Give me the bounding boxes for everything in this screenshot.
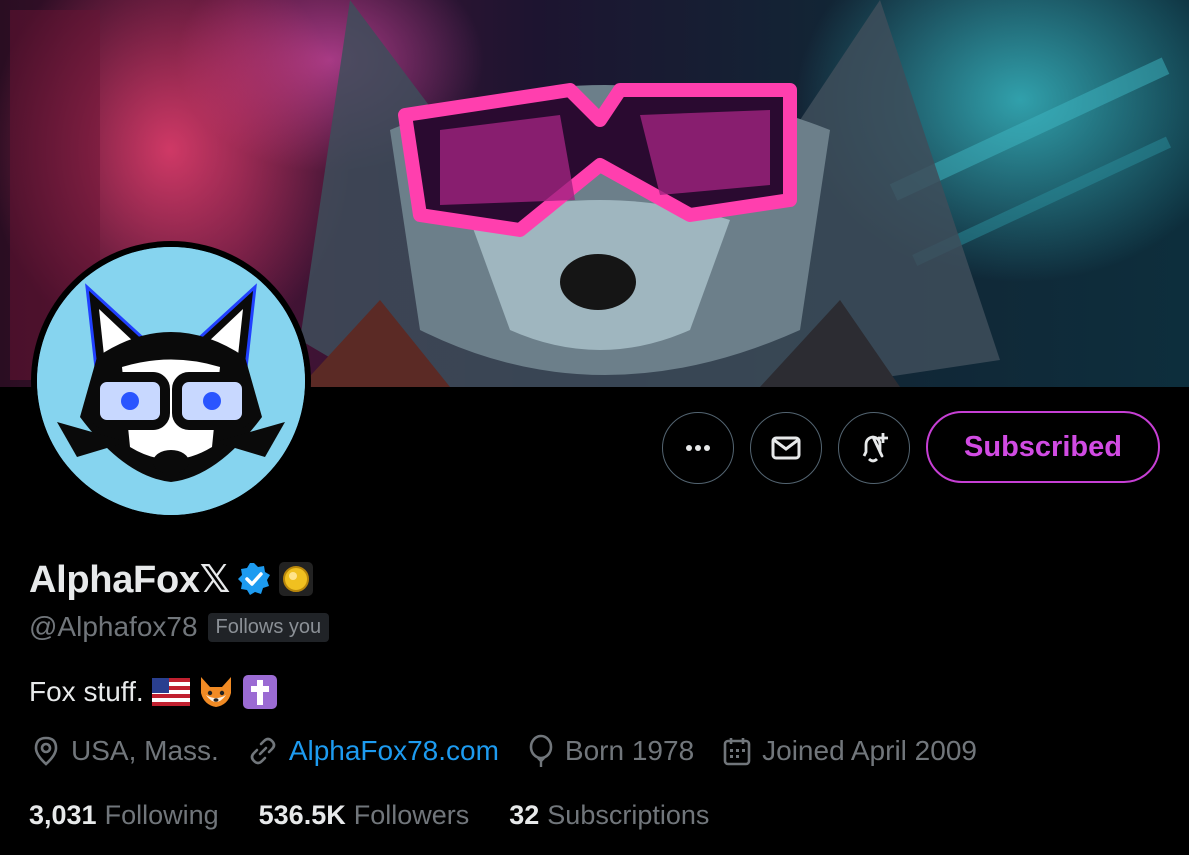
joined-item: Joined April 2009 [722,735,977,767]
bio-text: Fox stuff. [29,676,144,707]
website-item[interactable]: AlphaFox78.com [247,735,499,767]
location-text: USA, Mass. [71,735,219,766]
subscriptions-label: Subscriptions [547,800,710,830]
balloon-icon [529,734,553,767]
name-row: AlphaFox𝕏 [29,556,314,602]
location-icon [34,736,58,766]
following-stat[interactable]: 3,031 Following [29,800,219,831]
message-button[interactable] [750,412,822,484]
location-item: USA, Mass. [31,735,219,767]
followers-count: 536.5K [258,800,346,830]
x-mark: 𝕏 [199,558,231,601]
display-name-text: AlphaFox [29,558,200,601]
bell-plus-icon [862,433,888,463]
following-label: Following [104,800,219,830]
subscriptions-count: 32 [509,800,540,830]
link-icon [250,737,276,765]
subscribed-button[interactable]: Subscribed [926,411,1160,483]
bio: Fox stuff. [29,674,278,710]
profile-meta: USA, Mass. AlphaFox78.com Born 1978 Join… [31,734,1005,768]
website-link[interactable]: AlphaFox78.com [289,735,499,767]
handle: @Alphafox78 [29,611,198,642]
subscriptions-stat[interactable]: 32 Subscriptions [509,800,709,831]
more-button[interactable] [662,412,734,484]
display-name: AlphaFox𝕏 [29,557,230,602]
gold-coin-icon[interactable] [278,561,314,597]
joined-text: Joined April 2009 [762,735,977,766]
born-text: Born 1978 [564,735,695,766]
handle-row: @Alphafox78 Follows you [29,611,330,643]
birthday-item: Born 1978 [527,734,694,768]
verified-badge-icon[interactable] [236,561,272,597]
following-count: 3,031 [29,800,97,830]
followers-stat[interactable]: 536.5K Followers [259,800,470,831]
cross-emoji-icon [242,675,277,709]
notifications-button[interactable] [838,412,910,484]
followers-label: Followers [353,800,470,830]
more-icon [686,445,710,451]
us-flag-icon [151,678,190,706]
follows-you-badge: Follows you [207,612,330,642]
follow-stats: 3,031 Following 536.5K Followers 32 Subs… [29,800,749,831]
fox-emoji-icon [200,677,231,707]
avatar[interactable] [31,241,311,521]
calendar-icon [723,738,751,766]
mail-icon [771,436,801,460]
